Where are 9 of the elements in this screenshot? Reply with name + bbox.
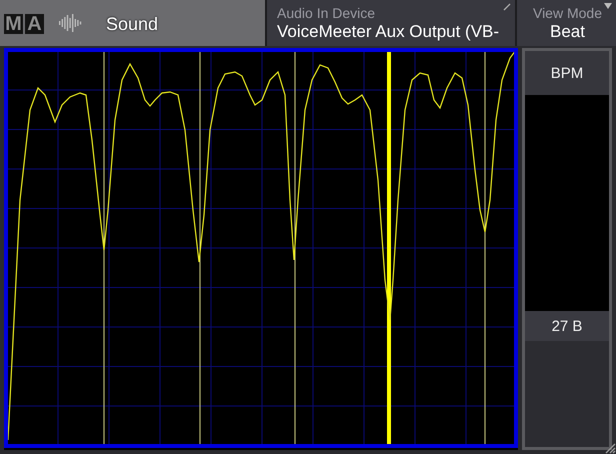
logo-letter: A (25, 14, 44, 34)
meter-label: BPM (525, 51, 609, 95)
dropdown-icon (604, 3, 612, 9)
view-mode-selector[interactable]: View Mode Beat (517, 0, 616, 46)
window-title: Sound (106, 14, 158, 34)
audio-device-selector[interactable]: Audio In Device VoiceMeeter Aux Output (VB- (267, 0, 515, 46)
meter-reading: 27 B (525, 311, 609, 341)
waveform-icon (58, 12, 82, 34)
logo-letter: M (4, 14, 23, 34)
